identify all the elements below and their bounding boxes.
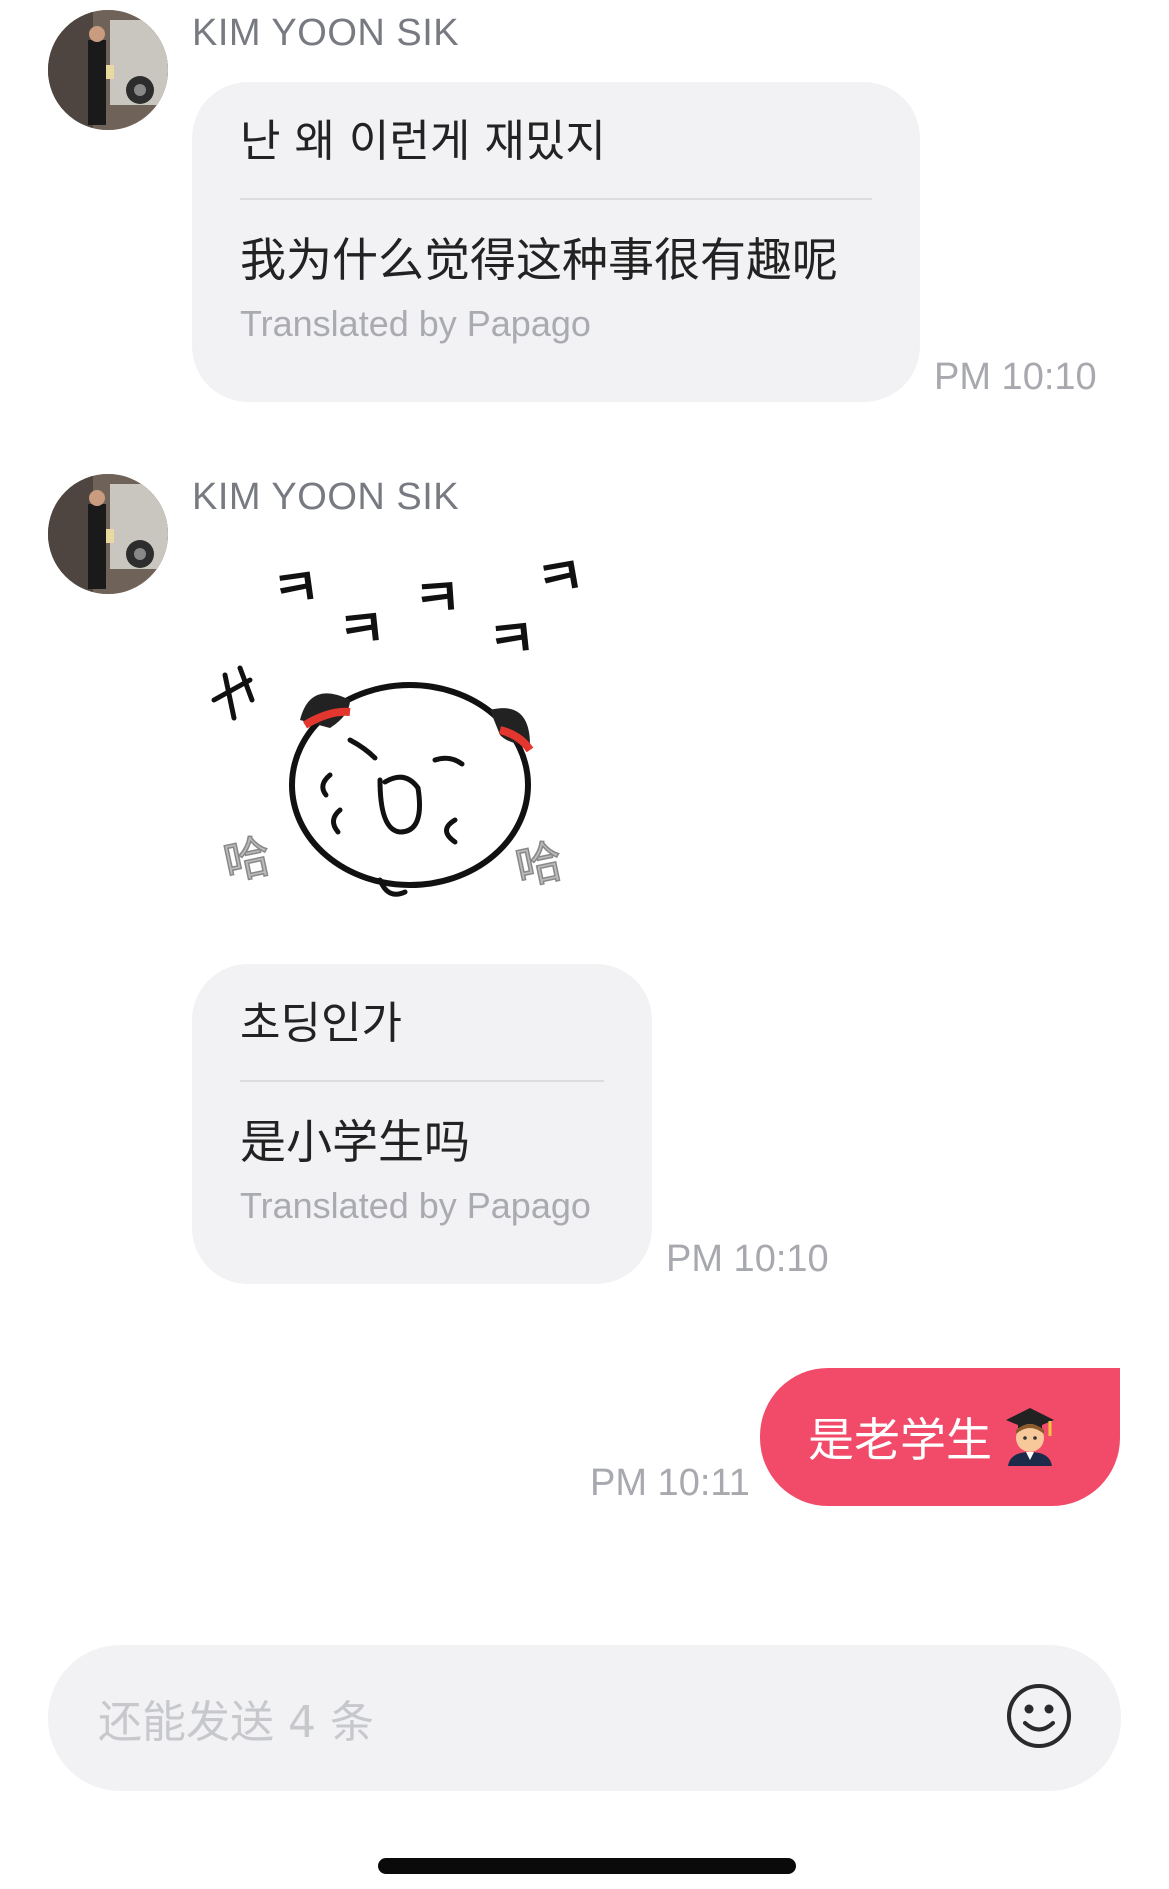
message-text: 是老学生 xyxy=(808,1413,992,1467)
laughing-bun-sticker[interactable]: ㅋ ㅋ ㅋ ㅋ ㅋ ㅋ 哈 哈 xyxy=(200,545,600,930)
translation-divider xyxy=(240,198,872,200)
sticker-laugh-text: ㅋ xyxy=(412,568,464,631)
incoming-message-bubble[interactable]: 난 왜 이런게 재밌지 我为什么觉得这种事很有趣呢 Translated by … xyxy=(192,82,920,402)
home-indicator xyxy=(378,1858,796,1874)
message-timestamp: PM 10:11 xyxy=(590,1462,750,1504)
sticker-ha-text: 哈 xyxy=(219,828,275,890)
outgoing-message-bubble[interactable]: 是老学生 xyxy=(760,1368,1120,1506)
sticker-laugh-text: ㅋ xyxy=(268,557,324,623)
translated-text: 我为什么觉得这种事很有趣呢 xyxy=(240,233,838,287)
translated-text: 是小学生吗 xyxy=(240,1115,470,1169)
message-timestamp: PM 10:10 xyxy=(934,356,1097,398)
sticker-laugh-text: ㅋ xyxy=(485,608,539,673)
sender-name: KIM YOON SIK xyxy=(192,12,460,54)
translation-credit: Translated by Papago xyxy=(240,303,591,344)
message-timestamp: PM 10:10 xyxy=(666,1238,829,1280)
original-text: 초딩인가 xyxy=(240,998,402,1049)
avatar[interactable] xyxy=(48,10,168,130)
message-input-bar[interactable]: 还能发送 4 条 xyxy=(48,1645,1121,1791)
incoming-message-bubble[interactable]: 초딩인가 是小学生吗 Translated by Papago xyxy=(192,964,652,1284)
message-input-placeholder[interactable]: 还能发送 4 条 xyxy=(98,1686,374,1750)
student-emoji-icon xyxy=(1002,1404,1058,1470)
sticker-laugh-text: ㅋ xyxy=(335,598,389,663)
translation-divider xyxy=(240,1080,604,1082)
sticker-laugh-text: ㅋ xyxy=(220,550,268,563)
translation-credit: Translated by Papago xyxy=(240,1185,591,1226)
avatar[interactable] xyxy=(48,474,168,594)
smiley-icon[interactable] xyxy=(1005,1682,1073,1754)
sender-name: KIM YOON SIK xyxy=(192,476,460,518)
original-text: 난 왜 이런게 재밌지 xyxy=(240,116,606,167)
sticker-laugh-text: ㅋ xyxy=(532,550,590,613)
sticker-ha-text: 哈 xyxy=(511,833,567,895)
